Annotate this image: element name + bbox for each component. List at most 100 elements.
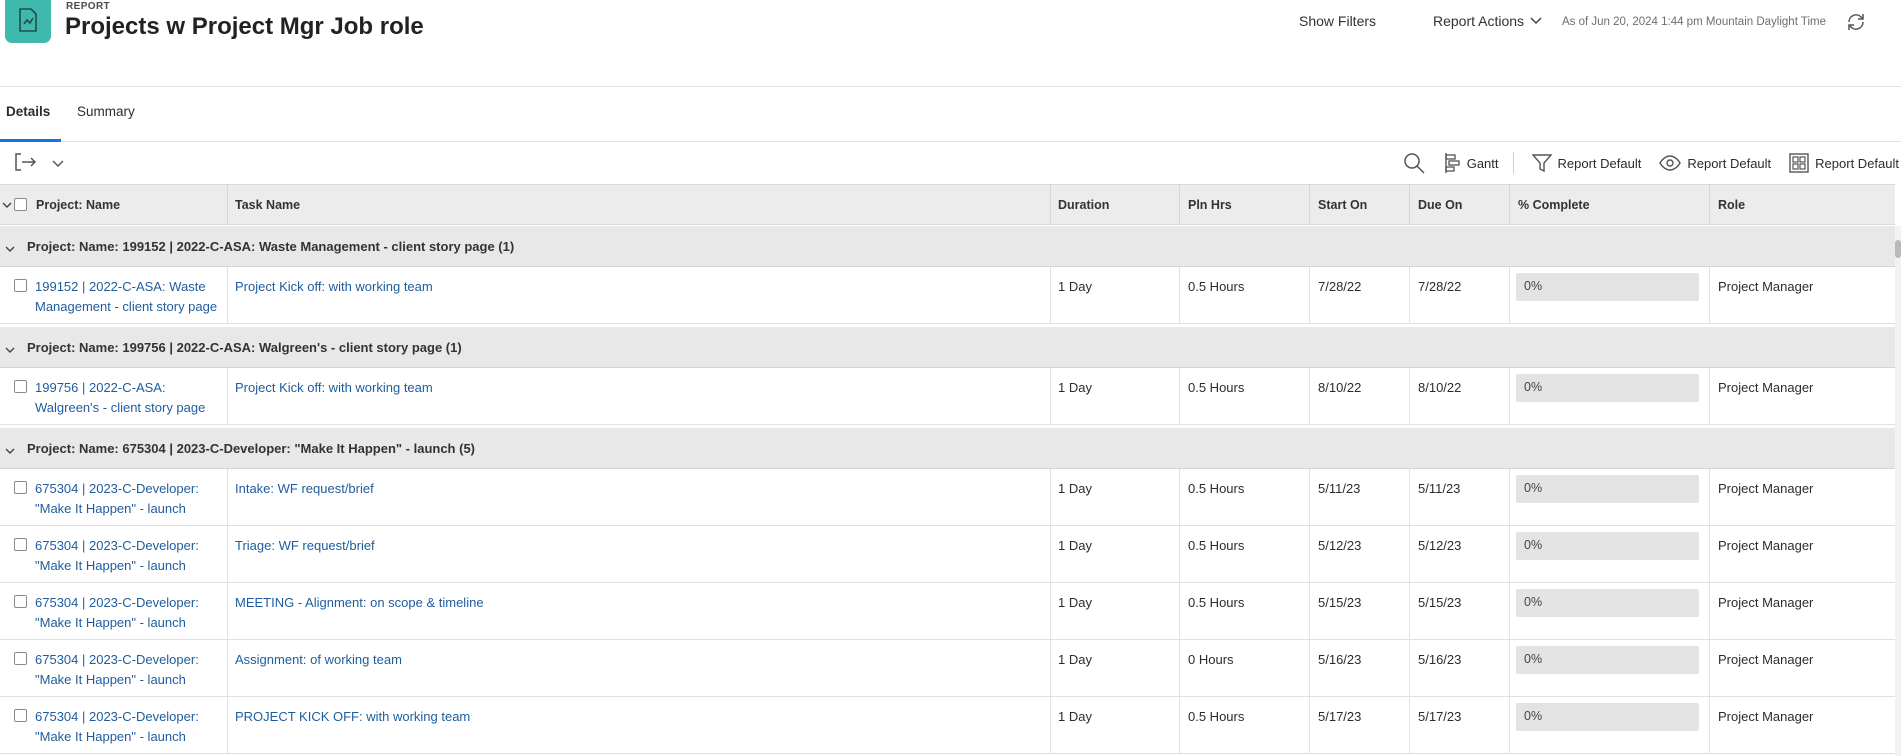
show-filters-button[interactable]: Show Filters: [1299, 13, 1376, 29]
tab-details[interactable]: Details: [6, 104, 50, 119]
column-pct-complete[interactable]: % Complete: [1518, 198, 1590, 212]
active-tab-indicator: [0, 139, 61, 142]
row-checkbox[interactable]: [14, 652, 27, 665]
column-divider: [1709, 185, 1710, 224]
search-icon: [1403, 153, 1425, 174]
role-cell: Project Manager: [1718, 279, 1814, 294]
vertical-scrollbar-track[interactable]: [1895, 226, 1901, 756]
cell-divider: [227, 526, 228, 583]
duration-cell: 1 Day: [1058, 538, 1092, 553]
task-name-link[interactable]: PROJECT KICK OFF: with working team: [235, 707, 470, 727]
table-row[interactable]: 199756 | 2022-C-ASA: Walgreen's - client…: [0, 368, 1895, 425]
column-divider: [1179, 185, 1180, 224]
cell-divider: [1179, 469, 1180, 526]
cell-divider: [1509, 526, 1510, 583]
cell-divider: [1509, 368, 1510, 425]
chevron-down-icon[interactable]: [5, 443, 15, 458]
role-cell: Project Manager: [1718, 380, 1814, 395]
refresh-button[interactable]: [1845, 11, 1867, 36]
column-pln-hrs[interactable]: Pln Hrs: [1188, 198, 1232, 212]
cell-divider: [1409, 697, 1410, 754]
project-name-link[interactable]: 675304 | 2023-C-Developer: "Make It Happ…: [35, 593, 199, 633]
table-row[interactable]: 675304 | 2023-C-Developer: "Make It Happ…: [0, 697, 1895, 754]
cell-divider: [1179, 583, 1180, 640]
filter-selector[interactable]: Report Default: [1531, 153, 1641, 173]
tab-summary[interactable]: Summary: [77, 104, 135, 119]
pln-hrs-cell: 0.5 Hours: [1188, 481, 1245, 496]
column-divider: [1409, 185, 1410, 224]
cell-divider: [1050, 368, 1051, 425]
search-button[interactable]: [1403, 152, 1425, 174]
group-header-row[interactable]: Project: Name: 199152 | 2022-C-ASA: Wast…: [0, 226, 1895, 267]
role-cell: Project Manager: [1718, 595, 1814, 610]
duration-cell: 1 Day: [1058, 279, 1092, 294]
cell-divider: [1709, 697, 1710, 754]
row-checkbox[interactable]: [14, 279, 27, 292]
percent-complete-bar: 0%: [1516, 589, 1699, 617]
report-document-icon: [19, 8, 37, 32]
task-name-link[interactable]: Assignment: of working team: [235, 650, 402, 670]
column-role[interactable]: Role: [1718, 198, 1745, 212]
duration-cell: 1 Day: [1058, 380, 1092, 395]
report-header: REPORT Projects w Project Mgr Job role S…: [0, 0, 1901, 87]
cell-divider: [1409, 469, 1410, 526]
project-name-link[interactable]: 199756 | 2022-C-ASA: Walgreen's - client…: [35, 378, 205, 418]
start-on-cell: 5/15/23: [1318, 595, 1362, 610]
column-duration[interactable]: Duration: [1058, 198, 1109, 212]
cell-divider: [1179, 368, 1180, 425]
export-menu-toggle[interactable]: [52, 156, 64, 171]
report-kicker: REPORT: [66, 1, 111, 12]
task-name-link[interactable]: Project Kick off: with working team: [235, 378, 433, 398]
cell-divider: [1409, 583, 1410, 640]
project-name-link[interactable]: 675304 | 2023-C-Developer: "Make It Happ…: [35, 650, 199, 690]
row-checkbox[interactable]: [14, 380, 27, 393]
select-all-checkbox[interactable]: [14, 198, 27, 211]
grouping-selector[interactable]: Report Default: [1789, 153, 1899, 173]
task-name-link[interactable]: Project Kick off: with working team: [235, 277, 433, 297]
duration-cell: 1 Day: [1058, 595, 1092, 610]
row-checkbox[interactable]: [14, 481, 27, 494]
task-name-link[interactable]: Triage: WF request/brief: [235, 536, 375, 556]
group-header-row[interactable]: Project: Name: 199756 | 2022-C-ASA: Walg…: [0, 327, 1895, 368]
group-header-row[interactable]: Project: Name: 675304 | 2023-C-Developer…: [0, 428, 1895, 469]
column-task-name[interactable]: Task Name: [235, 198, 300, 212]
project-name-link[interactable]: 675304 | 2023-C-Developer: "Make It Happ…: [35, 536, 199, 576]
row-checkbox[interactable]: [14, 709, 27, 722]
table-row[interactable]: 199152 | 2022-C-ASA: Waste Management - …: [0, 267, 1895, 324]
task-name-link[interactable]: Intake: WF request/brief: [235, 479, 374, 499]
cell-divider: [1309, 368, 1310, 425]
pln-hrs-cell: 0 Hours: [1188, 652, 1234, 667]
column-due-on[interactable]: Due On: [1418, 198, 1462, 212]
project-name-link[interactable]: 199152 | 2022-C-ASA: Waste Management - …: [35, 277, 217, 317]
table-row[interactable]: 675304 | 2023-C-Developer: "Make It Happ…: [0, 469, 1895, 526]
gantt-button[interactable]: Gantt: [1443, 152, 1499, 174]
column-header-row: Project: Name Task Name Duration Pln Hrs…: [0, 184, 1895, 225]
table-row[interactable]: 675304 | 2023-C-Developer: "Make It Happ…: [0, 583, 1895, 640]
project-name-link[interactable]: 675304 | 2023-C-Developer: "Make It Happ…: [35, 707, 199, 747]
start-on-cell: 5/11/23: [1318, 481, 1361, 496]
table-row[interactable]: 675304 | 2023-C-Developer: "Make It Happ…: [0, 526, 1895, 583]
project-name-link[interactable]: 675304 | 2023-C-Developer: "Make It Happ…: [35, 479, 199, 519]
chevron-down-icon[interactable]: [5, 342, 15, 357]
view-label: Report Default: [1687, 155, 1772, 171]
table-row[interactable]: 675304 | 2023-C-Developer: "Make It Happ…: [0, 640, 1895, 697]
cell-divider: [1409, 526, 1410, 583]
column-project-name[interactable]: Project: Name: [36, 198, 120, 212]
percent-complete-bar: 0%: [1516, 374, 1699, 402]
start-on-cell: 5/16/23: [1318, 652, 1362, 667]
pln-hrs-cell: 0.5 Hours: [1188, 709, 1245, 724]
row-checkbox[interactable]: [14, 595, 27, 608]
collapse-all-toggle[interactable]: [2, 197, 12, 212]
chevron-down-icon: [1530, 17, 1542, 25]
task-name-link[interactable]: MEETING - Alignment: on scope & timeline: [235, 593, 484, 613]
report-actions-menu[interactable]: Report Actions: [1433, 13, 1542, 29]
export-button[interactable]: [14, 152, 38, 175]
view-selector[interactable]: Report Default: [1659, 155, 1771, 171]
vertical-scrollbar-thumb[interactable]: [1895, 240, 1901, 258]
chevron-down-icon[interactable]: [5, 241, 15, 256]
cell-divider: [1509, 640, 1510, 697]
column-start-on[interactable]: Start On: [1318, 198, 1367, 212]
cell-divider: [1409, 267, 1410, 324]
report-actions-label: Report Actions: [1433, 13, 1525, 29]
row-checkbox[interactable]: [14, 538, 27, 551]
